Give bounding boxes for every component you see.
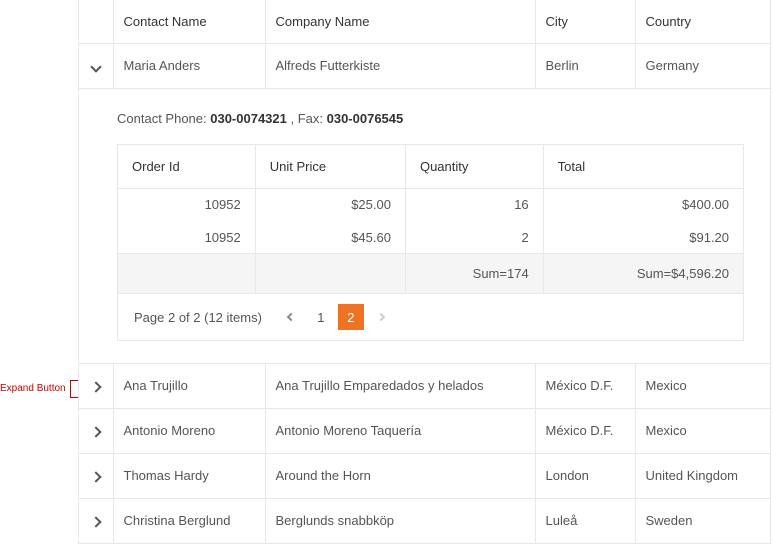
order-row: 10952 $45.60 2 $91.20 bbox=[118, 220, 744, 254]
fax-value: 030-0076545 bbox=[327, 111, 404, 126]
orders-table: Order Id Unit Price Quantity Total 10952… bbox=[117, 144, 744, 294]
cell-unit-price: $25.00 bbox=[255, 189, 405, 221]
order-row: 10952 $25.00 16 $400.00 bbox=[118, 189, 744, 221]
column-header-country[interactable]: Country bbox=[635, 0, 771, 44]
cell-country: Mexico bbox=[635, 409, 771, 454]
expand-button[interactable] bbox=[79, 364, 113, 409]
cell-country: Sweden bbox=[635, 499, 771, 544]
detail-row: Contact Phone: 030-0074321 , Fax: 030-00… bbox=[79, 89, 771, 364]
pager-prev-button[interactable] bbox=[278, 304, 304, 330]
cell-contact: Christina Berglund bbox=[113, 499, 265, 544]
expand-button[interactable] bbox=[79, 409, 113, 454]
column-header-expand bbox=[79, 0, 113, 44]
cell-company: Antonio Moreno Taquería bbox=[265, 409, 535, 454]
cell-city: Berlin bbox=[535, 44, 635, 89]
column-header-unit-price[interactable]: Unit Price bbox=[255, 145, 405, 189]
cell-order-id: 10952 bbox=[118, 220, 256, 254]
cell-city: México D.F. bbox=[535, 364, 635, 409]
chevron-right-icon bbox=[90, 381, 101, 392]
cell-total: $91.20 bbox=[543, 220, 743, 254]
cell-company: Around the Horn bbox=[265, 454, 535, 499]
cell-contact: Maria Anders bbox=[113, 44, 265, 89]
chevron-right-icon bbox=[377, 313, 385, 321]
cell-country: Mexico bbox=[635, 364, 771, 409]
cell-city: Luleå bbox=[535, 499, 635, 544]
expand-button-bracket bbox=[70, 380, 78, 398]
cell-contact: Antonio Moreno bbox=[113, 409, 265, 454]
footer-empty bbox=[118, 254, 256, 294]
footer-quantity-sum: Sum=174 bbox=[405, 254, 543, 294]
header-row: Contact Name Company Name City Country bbox=[79, 0, 771, 44]
pager-next-button[interactable] bbox=[368, 304, 394, 330]
cell-company: Alfreds Futterkiste bbox=[265, 44, 535, 89]
table-row: Thomas Hardy Around the Horn London Unit… bbox=[79, 454, 771, 499]
cell-company: Berglunds snabbköp bbox=[265, 499, 535, 544]
footer-total-sum: Sum=$4,596.20 bbox=[543, 254, 743, 294]
cell-country: Germany bbox=[635, 44, 771, 89]
expand-button[interactable] bbox=[79, 454, 113, 499]
column-header-total[interactable]: Total bbox=[543, 145, 743, 189]
orders-footer-row: Sum=174 Sum=$4,596.20 bbox=[118, 254, 744, 294]
footer-empty bbox=[255, 254, 405, 294]
fax-label: , Fax: bbox=[287, 111, 327, 126]
collapse-button[interactable] bbox=[79, 44, 113, 89]
chevron-right-icon bbox=[90, 426, 101, 437]
expand-button-annotation: Expand Button bbox=[0, 383, 66, 394]
column-header-company[interactable]: Company Name bbox=[265, 0, 535, 44]
detail-panel: Contact Phone: 030-0074321 , Fax: 030-00… bbox=[79, 89, 770, 363]
pager-page-2[interactable]: 2 bbox=[338, 304, 364, 330]
phone-label: Contact Phone: bbox=[117, 111, 210, 126]
master-table: Contact Name Company Name City Country M… bbox=[79, 0, 771, 544]
cell-quantity: 16 bbox=[405, 189, 543, 221]
pager-page-1[interactable]: 1 bbox=[308, 304, 334, 330]
orders-pager: Page 2 of 2 (12 items) 1 2 bbox=[117, 294, 744, 341]
column-header-contact[interactable]: Contact Name bbox=[113, 0, 265, 44]
cell-company: Ana Trujillo Emparedados y helados bbox=[265, 364, 535, 409]
table-row: Maria Anders Alfreds Futterkiste Berlin … bbox=[79, 44, 771, 89]
phone-value: 030-0074321 bbox=[210, 111, 287, 126]
cell-quantity: 2 bbox=[405, 220, 543, 254]
expand-button[interactable] bbox=[79, 499, 113, 544]
cell-city: México D.F. bbox=[535, 409, 635, 454]
chevron-right-icon bbox=[90, 516, 101, 527]
cell-unit-price: $45.60 bbox=[255, 220, 405, 254]
pager-info: Page 2 of 2 (12 items) bbox=[134, 310, 262, 325]
column-header-city[interactable]: City bbox=[535, 0, 635, 44]
cell-order-id: 10952 bbox=[118, 189, 256, 221]
cell-city: London bbox=[535, 454, 635, 499]
cell-contact: Thomas Hardy bbox=[113, 454, 265, 499]
column-header-quantity[interactable]: Quantity bbox=[405, 145, 543, 189]
orders-header-row: Order Id Unit Price Quantity Total bbox=[118, 145, 744, 189]
table-row: Christina Berglund Berglunds snabbköp Lu… bbox=[79, 499, 771, 544]
cell-country: United Kingdom bbox=[635, 454, 771, 499]
cell-total: $400.00 bbox=[543, 189, 743, 221]
table-row: Antonio Moreno Antonio Moreno Taquería M… bbox=[79, 409, 771, 454]
chevron-right-icon bbox=[90, 471, 101, 482]
table-row: Ana Trujillo Ana Trujillo Emparedados y … bbox=[79, 364, 771, 409]
contact-info: Contact Phone: 030-0074321 , Fax: 030-00… bbox=[117, 111, 744, 126]
master-detail-grid: Contact Name Company Name City Country M… bbox=[78, 0, 771, 544]
cell-contact: Ana Trujillo bbox=[113, 364, 265, 409]
chevron-left-icon bbox=[287, 313, 295, 321]
chevron-down-icon bbox=[90, 61, 101, 72]
column-header-order-id[interactable]: Order Id bbox=[118, 145, 256, 189]
